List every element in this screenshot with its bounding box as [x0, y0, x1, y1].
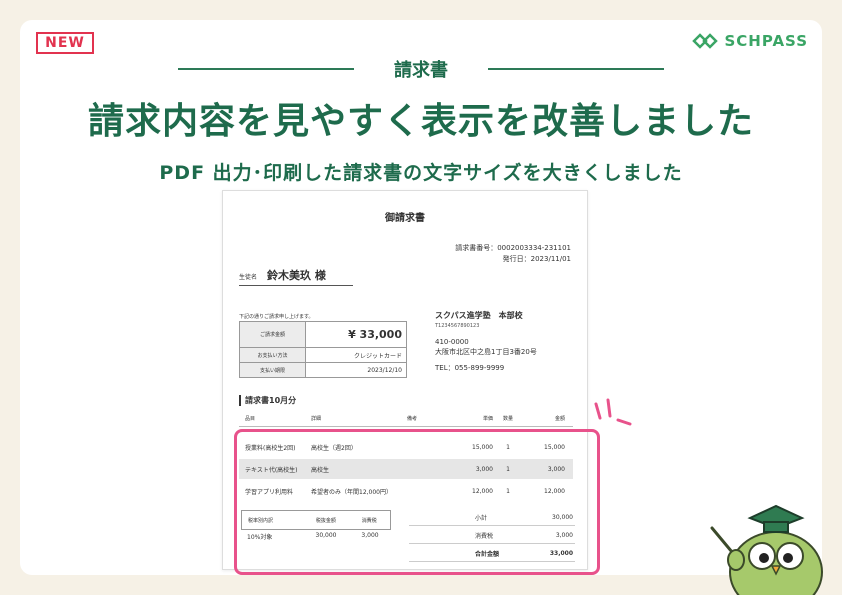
headline-wrap: 請求内容を見やすく表示を改善しました: [20, 92, 822, 144]
highlight-frame: [234, 429, 600, 575]
invoice-number: 請求書番号：0002003334-231101: [455, 244, 571, 252]
payment-method: クレジットカード: [305, 347, 407, 363]
invoice-meta: 請求書番号：0002003334-231101 発行日：2023/11/01: [455, 243, 571, 265]
payment-deadline: 2023/12/10: [305, 362, 407, 378]
summary-label: 支払い期限: [239, 362, 306, 378]
emphasis-lines-icon: [594, 398, 632, 426]
col-qty: 数量: [502, 416, 513, 422]
col-item: 品目: [245, 416, 256, 422]
student-label: 生徒名: [239, 274, 258, 281]
invoice-notice: 下記の通りご請求申し上げます。: [239, 314, 314, 320]
school-name: スクパス進学塾 本部校: [435, 311, 523, 320]
subheadline: PDF 出力･印刷した請求書の文字サイズを大きくしました: [159, 162, 683, 184]
school-address: 大阪市北区中之島1丁目3番20号: [435, 348, 537, 356]
col-amount: 金額: [554, 416, 565, 422]
col-detail: 詳細: [311, 416, 322, 422]
school-tel: TEL：055-899-9999: [435, 364, 505, 372]
col-note: 備考: [407, 416, 418, 422]
summary-label: ご請求金額: [239, 321, 306, 348]
headline-text: 請求内容を見やすく表示を改善しました: [87, 101, 754, 142]
summary-row: 支払い期限 2023/12/10: [239, 362, 407, 378]
school-info: スクパス進学塾 本部校 T1234567890123 410-0000 大阪市北…: [435, 311, 537, 373]
summary-row: ご請求金額 ¥ 33,000: [239, 321, 407, 348]
billing-amount: ¥ 33,000: [305, 321, 407, 348]
divider-right: [488, 68, 664, 70]
new-badge: NEW: [36, 32, 94, 54]
invoice-title: 御請求書: [385, 213, 425, 224]
billing-section-title: 請求書10月分: [239, 395, 573, 406]
school-registration-id: T1234567890123: [435, 323, 480, 329]
divider-left: [178, 68, 354, 70]
school-postal: 410-0000: [435, 338, 469, 346]
schpass-logo-icon: [692, 33, 719, 49]
col-unit: 単価: [482, 416, 493, 422]
section-label-text: 請求書: [394, 60, 448, 81]
issue-date: 発行日：2023/11/01: [502, 255, 571, 263]
brand-name: SCHPASS: [724, 32, 808, 50]
brand-logo: SCHPASS: [692, 32, 808, 50]
summary-label: お支払い方法: [239, 347, 306, 363]
summary-row: お支払い方法 クレジットカード: [239, 347, 407, 363]
student-name: 鈴木美玖 様: [267, 269, 326, 282]
section-label: 請求書: [20, 56, 822, 82]
student-field: 生徒名 鈴木美玖 様: [239, 267, 353, 286]
owl-mascot-icon: [710, 504, 823, 595]
headline: 請求内容を見やすく表示を改善しました: [83, 92, 759, 144]
items-header: 品目 詳細 備考 単価 数量 金額: [239, 415, 573, 427]
summary-table: ご請求金額 ¥ 33,000 お支払い方法 クレジットカード 支払い期限 202…: [239, 321, 407, 378]
